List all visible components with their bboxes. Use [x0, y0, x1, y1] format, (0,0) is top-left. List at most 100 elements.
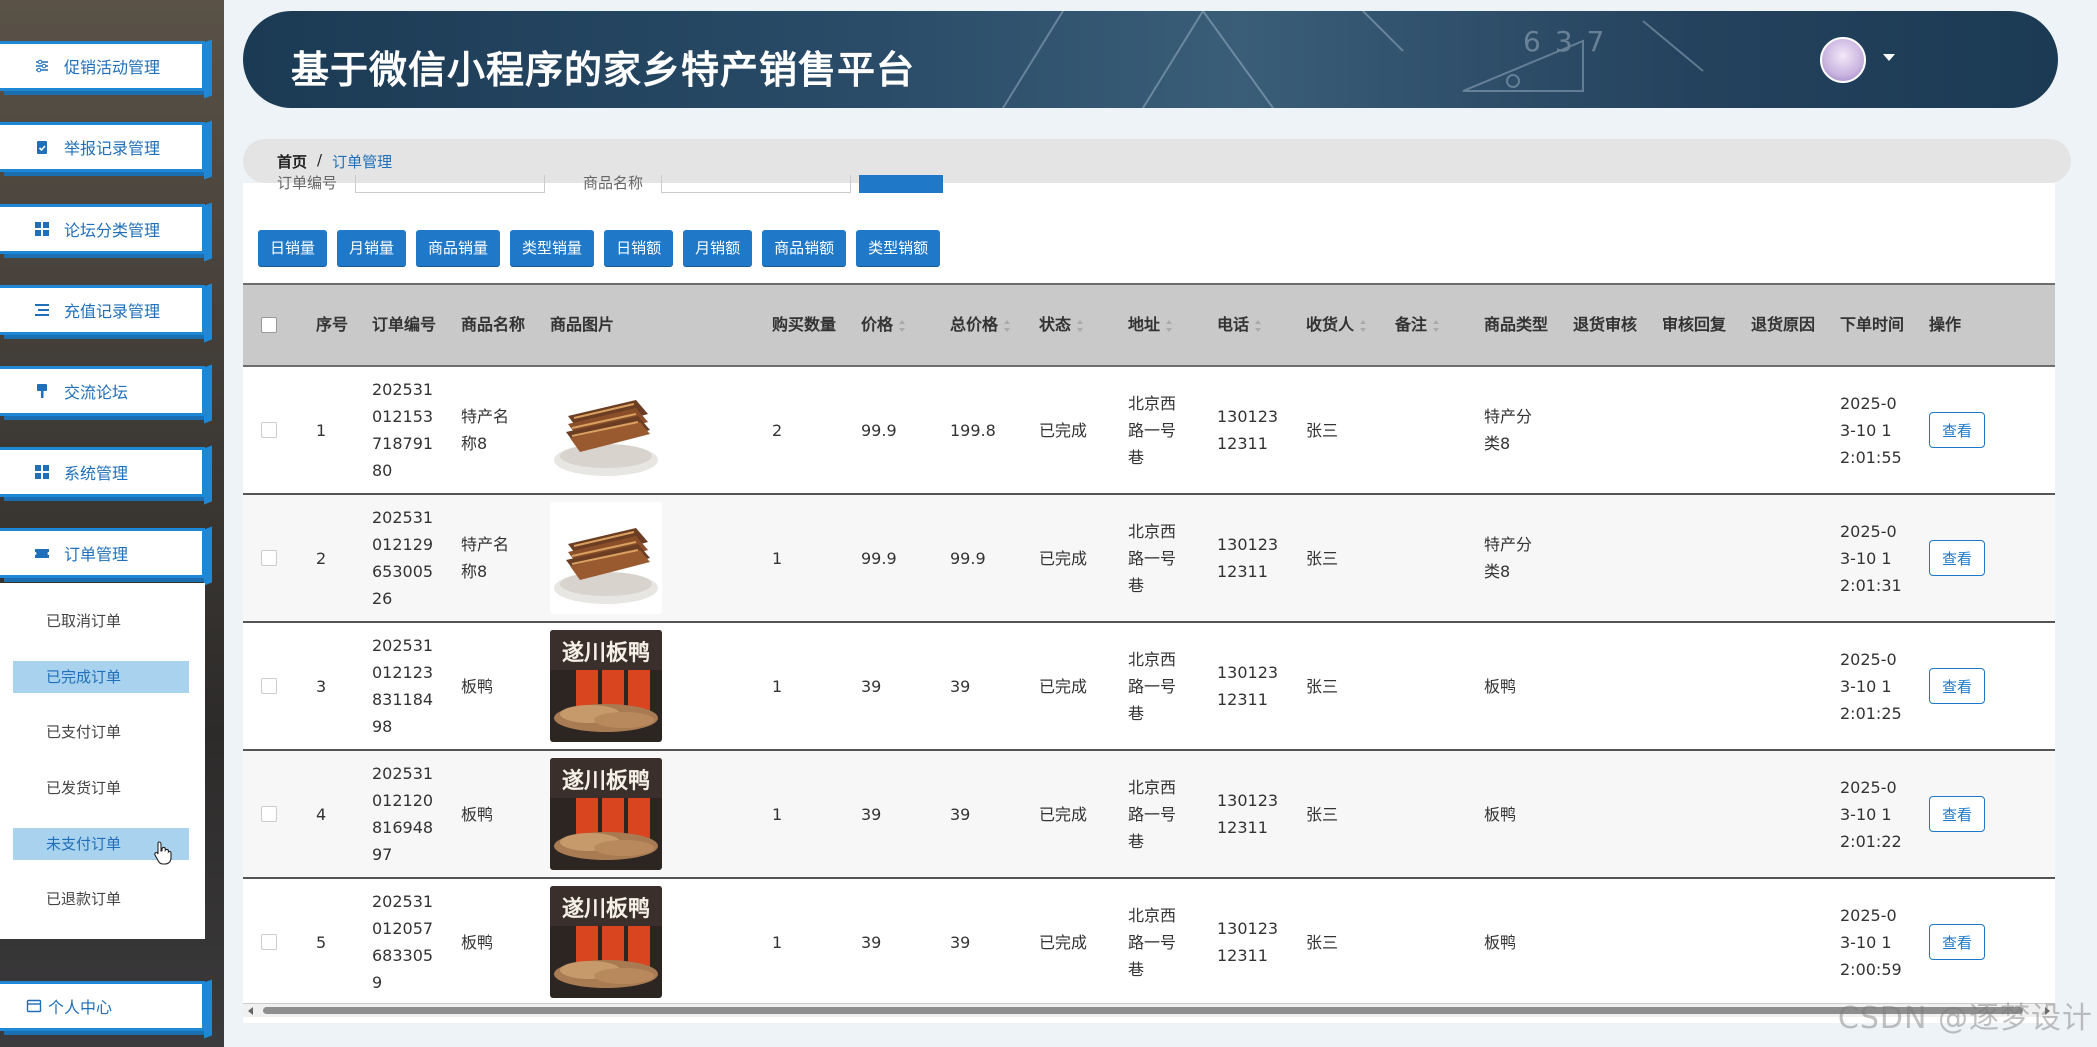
- sidebar-item-orders[interactable]: 订单管理: [0, 528, 205, 578]
- sidebar-item-personal[interactable]: 个人中心: [0, 981, 205, 1031]
- submenu-paid-orders[interactable]: 已支付订单: [13, 716, 189, 748]
- view-button[interactable]: 查看: [1929, 668, 1985, 704]
- row-checkbox[interactable]: [261, 550, 277, 566]
- sidebar-item-system[interactable]: 系统管理: [0, 447, 205, 497]
- return-audit-cell: [1573, 879, 1635, 1005]
- horizontal-scrollbar[interactable]: [243, 1003, 2055, 1017]
- submenu-shipped-orders[interactable]: 已发货订单: [13, 772, 189, 804]
- product-sales-qty-button[interactable]: 商品销量: [416, 230, 501, 266]
- product-type-cell: 特产分类8: [1484, 407, 1533, 453]
- sort-icon: [1433, 319, 1440, 332]
- index-cell: 4: [316, 804, 327, 824]
- address-cell: 北京西路一号巷: [1128, 777, 1177, 851]
- chalkboard-decoration: 637: [1002, 11, 1704, 108]
- monthly-sales-qty-button[interactable]: 月销量: [337, 230, 407, 266]
- row-checkbox[interactable]: [261, 934, 277, 950]
- product-image: 遂川板鸭: [550, 623, 662, 749]
- daily-sales-amount-button[interactable]: 日销额: [604, 230, 674, 266]
- type-sales-amount-button[interactable]: 类型销额: [856, 230, 941, 266]
- order-no-cell: 20253101212383118498: [372, 636, 434, 736]
- sidebar-item-label: 论坛分类管理: [64, 221, 161, 240]
- status-cell: 已完成: [1039, 932, 1088, 952]
- breadcrumb-current: 订单管理: [332, 153, 393, 171]
- sidebar-item-recharge[interactable]: 充值记录管理: [0, 285, 205, 335]
- submenu-cancelled-orders[interactable]: 已取消订单: [13, 605, 189, 637]
- product-name-input[interactable]: [661, 175, 851, 193]
- col-product-image: 商品图片: [550, 315, 615, 334]
- order-no-input[interactable]: [355, 175, 545, 193]
- sidebar-item-forum[interactable]: 交流论坛: [0, 366, 205, 416]
- product-name-cell: 特产名称8: [461, 407, 510, 453]
- note-cell: [1395, 367, 1457, 493]
- monthly-sales-amount-button[interactable]: 月销额: [683, 230, 753, 266]
- row-checkbox[interactable]: [261, 422, 277, 438]
- product-type-cell: 板鸭: [1484, 804, 1517, 824]
- phone-cell: 13012312311: [1217, 663, 1279, 709]
- col-total[interactable]: 总价格: [950, 285, 1011, 365]
- sidebar-item-forum-category[interactable]: 论坛分类管理: [0, 204, 205, 254]
- product-type-cell: 特产分类8: [1484, 535, 1533, 581]
- quantity-cell: 1: [772, 932, 783, 952]
- note-cell: [1395, 751, 1457, 877]
- col-receiver[interactable]: 收货人: [1306, 285, 1367, 365]
- table-header: 序号 订单编号 商品名称 商品图片 购买数量 价格 总价格 状态 地址 电话 收…: [243, 283, 2055, 367]
- view-button[interactable]: 查看: [1929, 540, 1985, 576]
- product-name-label: 商品名称: [583, 175, 644, 192]
- return-audit-cell: [1573, 367, 1635, 493]
- col-product-type: 商品类型: [1484, 315, 1549, 334]
- note-cell: [1395, 879, 1457, 1005]
- top-header: 637 基于微信小程序的家乡特产销售平台: [243, 11, 2058, 108]
- quantity-cell: 1: [772, 548, 783, 568]
- sort-icon: [1255, 319, 1262, 332]
- sidebar-item-report[interactable]: 举报记录管理: [0, 122, 205, 172]
- product-image: 遂川板鸭: [550, 879, 662, 1005]
- sidebar-item-label: 交流论坛: [64, 383, 129, 402]
- view-button[interactable]: 查看: [1929, 412, 1985, 448]
- receiver-cell: 张三: [1306, 804, 1339, 824]
- breadcrumb-home[interactable]: 首页: [277, 151, 307, 172]
- row-checkbox[interactable]: [261, 678, 277, 694]
- product-sales-amount-button[interactable]: 商品销额: [762, 230, 847, 266]
- select-all-checkbox[interactable]: [261, 317, 277, 333]
- type-sales-qty-button[interactable]: 类型销量: [510, 230, 595, 266]
- sidebar-item-promotion[interactable]: 促销活动管理: [0, 41, 205, 91]
- total-cell: 39: [950, 676, 971, 696]
- submenu-refunded-orders[interactable]: 已退款订单: [13, 883, 189, 915]
- return-reason-cell: [1751, 495, 1813, 621]
- total-cell: 99.9: [950, 548, 986, 568]
- avatar[interactable]: [1820, 37, 1866, 83]
- order-time-cell: 2025-03-10 12:01:25: [1840, 649, 1902, 723]
- row-checkbox[interactable]: [261, 806, 277, 822]
- view-button[interactable]: 查看: [1929, 924, 1985, 960]
- quantity-cell: 1: [772, 804, 783, 824]
- col-address[interactable]: 地址: [1128, 285, 1173, 365]
- table-row: 3 20253101212383118498 板鸭 遂川板鸭 1 39 39 已完成 北京西路一…: [243, 623, 2055, 751]
- sidebar-item-label: 充值记录管理: [64, 302, 161, 321]
- receiver-cell: 张三: [1306, 932, 1339, 952]
- chevron-down-icon[interactable]: [1883, 54, 1895, 61]
- phone-cell: 13012312311: [1217, 535, 1279, 581]
- col-note[interactable]: 备注: [1395, 285, 1440, 365]
- daily-sales-qty-button[interactable]: 日销量: [258, 230, 328, 266]
- submenu-completed-orders[interactable]: 已完成订单: [13, 661, 189, 693]
- address-cell: 北京西路一号巷: [1128, 393, 1177, 467]
- search-button[interactable]: [859, 175, 943, 193]
- order-time-cell: 2025-03-10 12:01:22: [1840, 777, 1902, 851]
- hand-cursor-icon: [154, 841, 172, 865]
- col-return-audit: 退货审核: [1573, 315, 1638, 334]
- col-index: 序号: [316, 315, 349, 334]
- view-button[interactable]: 查看: [1929, 796, 1985, 832]
- col-return-reason: 退货原因: [1751, 315, 1816, 334]
- col-status[interactable]: 状态: [1039, 285, 1084, 365]
- scroll-left-icon: [248, 1007, 253, 1015]
- content-panel: 订单编号 商品名称 日销量 月销量 商品销量 类型销量 日销额 月销额 商品销额…: [243, 175, 2055, 1023]
- return-reason-cell: [1751, 751, 1813, 877]
- col-phone[interactable]: 电话: [1217, 285, 1262, 365]
- audit-reply-cell: [1662, 879, 1724, 1005]
- svg-text:遂川板鸭: 遂川板鸭: [562, 640, 650, 666]
- price-cell: 39: [861, 932, 882, 952]
- col-price[interactable]: 价格: [861, 285, 906, 365]
- col-audit-reply: 审核回复: [1662, 315, 1727, 334]
- page-title: 基于微信小程序的家乡特产销售平台: [291, 48, 916, 92]
- svg-text:遂川板鸭: 遂川板鸭: [562, 896, 650, 922]
